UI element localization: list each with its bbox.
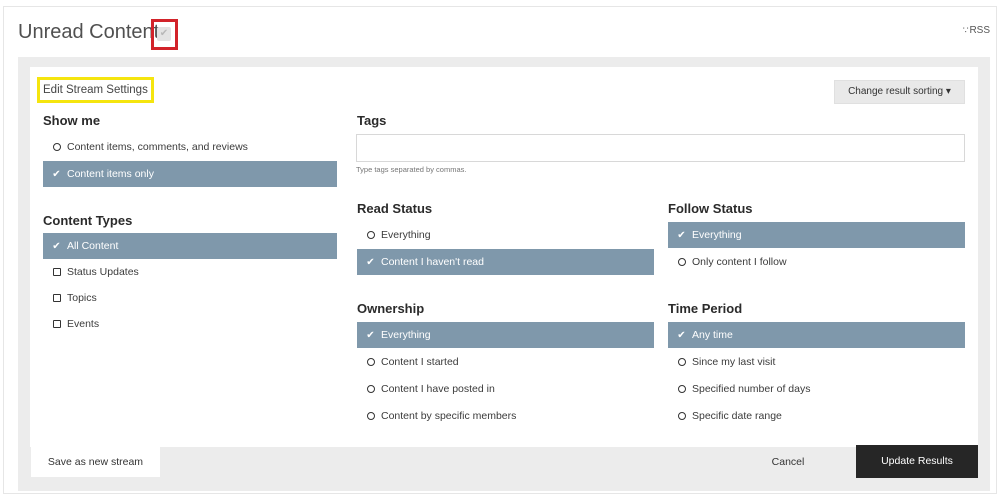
cancel-button[interactable]: Cancel [760,447,816,477]
checkmark-icon: ✔ [677,330,686,341]
form-footer [30,446,978,478]
radio-icon [675,377,688,403]
ownership-specific-members[interactable]: Content by specific members [357,403,654,429]
show-me-heading: Show me [43,113,101,128]
option-label: Content items, comments, and reviews [67,141,248,153]
option-label: Specified number of days [692,383,811,395]
checkbox-icon [50,286,63,312]
option-label: Everything [692,229,742,241]
radio-icon [364,223,377,249]
radio-icon [364,404,377,430]
time-period-any[interactable]: ✔ Any time [668,322,965,348]
show-me-option-all[interactable]: Content items, comments, and reviews [43,134,337,160]
radio-icon [50,135,63,161]
mark-read-check-icon[interactable]: ✔ [157,27,171,41]
option-label: Content I have posted in [381,383,495,395]
checkmark-icon: ✔ [366,257,375,268]
time-period-date-range[interactable]: Specific date range [668,403,965,429]
content-type-events[interactable]: Events [43,311,337,337]
ownership-started[interactable]: Content I started [357,349,654,375]
option-label: Content I haven't read [381,256,484,268]
time-period-number-of-days[interactable]: Specified number of days [668,376,965,402]
save-as-new-stream-button[interactable]: Save as new stream [31,447,160,477]
option-label: Specific date range [692,410,782,422]
rss-link[interactable]: ∵RSS [963,25,990,36]
radio-icon [364,350,377,376]
option-label: Events [67,318,100,330]
option-label: Only content I follow [692,256,787,268]
radio-icon [675,404,688,430]
read-status-unread[interactable]: ✔ Content I haven't read [357,249,654,275]
radio-icon [675,350,688,376]
content-type-all[interactable]: ✔ All Content [43,233,337,259]
option-label: Status Updates [67,266,139,278]
checkmark-icon: ✔ [52,241,61,252]
ownership-heading: Ownership [357,301,425,316]
tags-heading: Tags [357,113,387,128]
follow-status-heading: Follow Status [668,201,753,216]
radio-icon [675,250,688,276]
option-label: Content items only [67,168,154,180]
tags-hint: Type tags separated by commas. [356,165,467,174]
content-types-heading: Content Types [43,213,133,228]
option-label: Any time [692,329,733,341]
read-status-everything[interactable]: Everything [357,222,654,248]
option-label: Since my last visit [692,356,776,368]
ownership-everything[interactable]: ✔ Everything [357,322,654,348]
checkmark-icon: ✔ [52,169,61,180]
option-label: Topics [67,292,97,304]
read-status-heading: Read Status [357,201,433,216]
update-results-button[interactable]: Update Results [856,445,978,478]
checkbox-icon [50,312,63,338]
follow-status-everything[interactable]: ✔ Everything [668,222,965,248]
content-type-topics[interactable]: Topics [43,285,337,311]
rss-icon: ∵ [962,25,969,35]
option-label: Everything [381,329,431,341]
change-sorting-button[interactable]: Change result sorting ▾ [834,80,965,104]
rss-label: RSS [969,25,990,36]
tags-input[interactable] [356,134,965,162]
option-label: Content I started [381,356,459,368]
checkbox-icon [50,260,63,286]
checkmark-icon: ✔ [366,330,375,341]
content-type-status-updates[interactable]: Status Updates [43,259,337,285]
time-period-heading: Time Period [668,301,743,316]
option-label: Everything [381,229,431,241]
edit-stream-settings-link[interactable]: Edit Stream Settings [37,77,154,103]
option-label: Content by specific members [381,410,517,422]
time-period-last-visit[interactable]: Since my last visit [668,349,965,375]
ownership-posted-in[interactable]: Content I have posted in [357,376,654,402]
show-me-option-items-only[interactable]: ✔ Content items only [43,161,337,187]
radio-icon [364,377,377,403]
page-title: Unread Content [18,21,160,43]
checkmark-icon: ✔ [677,230,686,241]
follow-status-followed[interactable]: Only content I follow [668,249,965,275]
option-label: All Content [67,240,119,252]
